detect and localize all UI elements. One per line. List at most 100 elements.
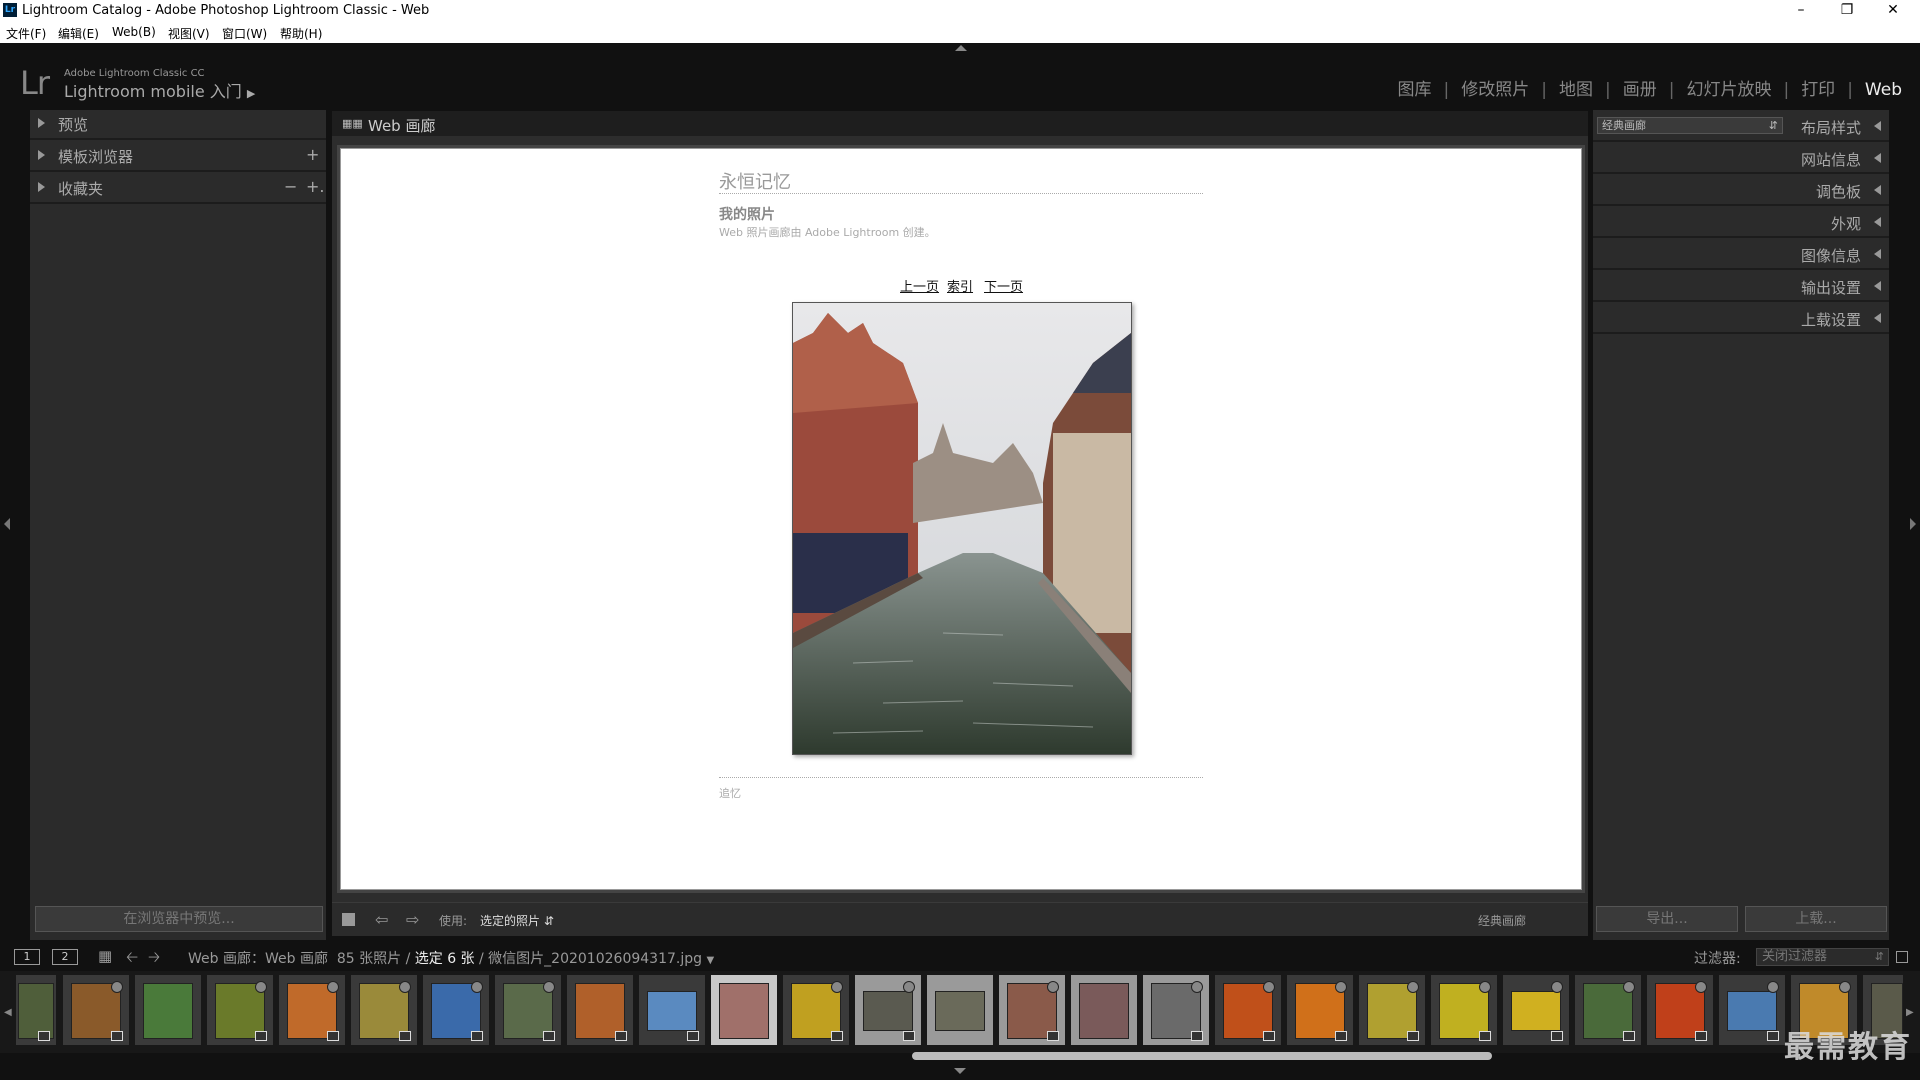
filmstrip-cell[interactable] <box>1719 975 1785 1045</box>
forward-icon[interactable]: 🡢 <box>148 947 160 972</box>
filmstrip-cell[interactable] <box>567 975 633 1045</box>
menu-view[interactable]: 视图(V) <box>168 25 210 42</box>
collapse-top-icon[interactable] <box>955 45 967 51</box>
filmstrip-cell-current[interactable] <box>711 975 777 1045</box>
grid-view-icon[interactable]: ▦ <box>98 947 112 965</box>
filmstrip-source[interactable]: Web 画廊：Web 画廊 85 张照片 / 选定 6 张 / 微信图片_202… <box>188 948 714 968</box>
grid-icon[interactable]: ▦▦ <box>342 117 363 130</box>
module-book[interactable]: 画册 <box>1623 80 1657 100</box>
module-print[interactable]: 打印 <box>1801 80 1835 100</box>
index-link[interactable]: 索引 <box>947 276 973 295</box>
edit-badge-icon <box>831 1031 843 1041</box>
filmstrip-cell[interactable] <box>1575 975 1641 1045</box>
prev-page-link[interactable]: 上一页 <box>900 276 939 295</box>
gallery-style-label: 经典画廊 <box>1477 914 1526 928</box>
menu-window[interactable]: 窗口(W) <box>222 25 267 42</box>
filmstrip-cell-selected[interactable] <box>927 975 993 1045</box>
menu-file[interactable]: 文件(F) <box>6 25 46 42</box>
panel-appearance[interactable]: 外观 <box>1593 208 1889 238</box>
panel-layout-style[interactable]: 经典画廊 ⇵ 布局样式 <box>1593 112 1889 142</box>
use-select-value: 选定的照片 <box>480 914 541 928</box>
filmstrip-scrollbar[interactable] <box>912 1052 1492 1060</box>
panel-template-browser[interactable]: 模板浏览器 + <box>30 142 326 172</box>
panel-image-info[interactable]: 图像信息 <box>1593 240 1889 270</box>
gallery-photo[interactable] <box>792 302 1132 755</box>
add-collection-button[interactable]: +. <box>306 177 325 196</box>
panel-color-palette-label: 调色板 <box>1815 183 1861 201</box>
filmstrip-cell[interactable] <box>423 975 489 1045</box>
next-page-link[interactable]: 下一页 <box>984 276 1023 295</box>
filmstrip-cell[interactable] <box>1215 975 1281 1045</box>
add-template-button[interactable]: + <box>306 145 319 164</box>
mobile-link[interactable]: Lightroom mobile 入门 ▶ <box>64 78 255 102</box>
filmstrip-right-arrow-icon[interactable]: ▶ <box>1906 1007 1914 1018</box>
collapse-icon <box>1874 185 1881 195</box>
next-arrow-icon[interactable]: ⇨ <box>406 910 419 929</box>
gallery-title[interactable]: 永恒记忆 <box>719 168 791 194</box>
menu-help[interactable]: 帮助(H) <box>280 25 322 42</box>
monitor-2-button[interactable]: 2 <box>52 949 78 965</box>
filmstrip-cell-selected[interactable] <box>1143 975 1209 1045</box>
filmstrip-cell[interactable] <box>1647 975 1713 1045</box>
filmstrip-left-arrow-icon[interactable]: ◀ <box>4 1007 12 1018</box>
remove-collection-button[interactable]: − <box>284 177 297 196</box>
stop-icon[interactable] <box>342 913 355 926</box>
filmstrip-cell-selected[interactable] <box>1071 975 1137 1045</box>
filmstrip-cell[interactable] <box>1503 975 1569 1045</box>
module-map[interactable]: 地图 <box>1559 80 1593 100</box>
panel-color-palette[interactable]: 调色板 <box>1593 176 1889 206</box>
panel-collections-label: 收藏夹 <box>58 180 104 198</box>
filmstrip-cell[interactable] <box>1431 975 1497 1045</box>
filmstrip-cell[interactable] <box>783 975 849 1045</box>
minimize-button[interactable]: – <box>1778 0 1824 22</box>
edit-badge-icon <box>471 1031 483 1041</box>
panel-upload-settings[interactable]: 上载设置 <box>1593 304 1889 334</box>
menu-web[interactable]: Web(B) <box>112 25 156 39</box>
prev-arrow-icon[interactable]: ⇦ <box>375 910 388 929</box>
filter-lock-icon[interactable] <box>1896 951 1908 963</box>
filmstrip-cell[interactable] <box>135 975 201 1045</box>
filmstrip-cell[interactable] <box>1287 975 1353 1045</box>
monitor-1-button[interactable]: 1 <box>14 949 40 965</box>
filmstrip-cell[interactable] <box>63 975 129 1045</box>
module-slideshow[interactable]: 幻灯片放映 <box>1686 80 1771 100</box>
gallery-description[interactable]: Web 照片画廊由 Adobe Lightroom 创建。 <box>719 224 936 240</box>
filmstrip-cell-selected[interactable] <box>855 975 921 1045</box>
flag-icon <box>1047 981 1059 993</box>
flag-icon <box>1479 981 1491 993</box>
module-library[interactable]: 图库 <box>1398 80 1432 100</box>
collapse-left-icon[interactable] <box>4 518 10 530</box>
layout-style-select[interactable]: 经典画廊 ⇵ <box>1597 117 1783 134</box>
filmstrip-cell[interactable] <box>16 975 56 1045</box>
filmstrip-cell-selected[interactable] <box>999 975 1065 1045</box>
toolbar: ⇦ ⇨ 使用: 选定的照片 ⇵ 经典画廊 <box>332 902 1588 936</box>
preview-in-browser-button[interactable]: 在浏览器中预览... <box>35 906 323 932</box>
panel-output-settings[interactable]: 输出设置 <box>1593 272 1889 302</box>
filmstrip-cell[interactable] <box>351 975 417 1045</box>
edit-badge-icon <box>1047 1031 1059 1041</box>
menu-edit[interactable]: 编辑(E) <box>58 25 99 42</box>
gallery-footer[interactable]: 追忆 <box>719 785 741 801</box>
export-button[interactable]: 导出... <box>1596 906 1738 932</box>
gallery-subtitle[interactable]: 我的照片 <box>719 204 775 224</box>
upload-button[interactable]: 上载... <box>1745 906 1887 932</box>
close-button[interactable]: ✕ <box>1870 0 1916 22</box>
play-icon: ▶ <box>246 87 256 100</box>
panel-preview[interactable]: 预览 <box>30 110 326 140</box>
panel-site-info[interactable]: 网站信息 <box>1593 144 1889 174</box>
module-develop[interactable]: 修改照片 <box>1461 80 1529 100</box>
restore-button[interactable]: ❐ <box>1824 0 1870 22</box>
filmstrip-cell[interactable] <box>495 975 561 1045</box>
use-select[interactable]: 选定的照片 ⇵ <box>480 912 554 929</box>
back-icon[interactable]: 🡠 <box>126 947 138 972</box>
filmstrip-cell[interactable] <box>1359 975 1425 1045</box>
collapse-right-icon[interactable] <box>1910 518 1916 530</box>
filmstrip-cell[interactable] <box>639 975 705 1045</box>
edit-badge-icon <box>38 1031 50 1041</box>
filmstrip-cell[interactable] <box>207 975 273 1045</box>
panel-collections[interactable]: 收藏夹 − +. <box>30 174 326 204</box>
filter-select[interactable]: 关闭过滤器 ⇵ <box>1756 948 1889 966</box>
filmstrip-cell[interactable] <box>279 975 345 1045</box>
collapse-bottom-icon[interactable] <box>954 1068 966 1074</box>
module-web[interactable]: Web <box>1865 80 1902 100</box>
